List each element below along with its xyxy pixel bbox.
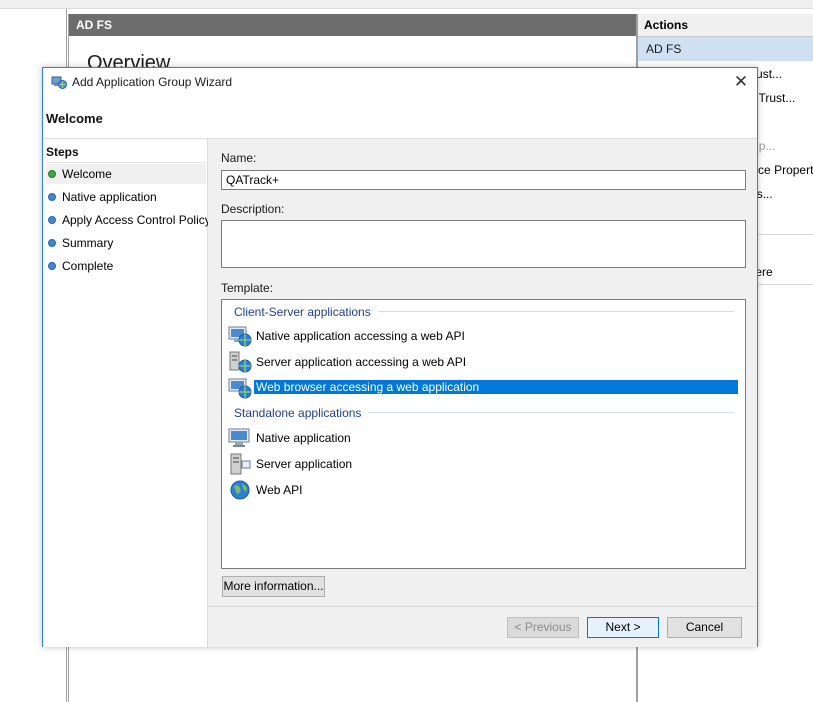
description-field[interactable] (221, 220, 746, 268)
group-header-standalone: Standalone applications (234, 406, 362, 420)
step-label: Apply Access Control Policy (62, 213, 211, 227)
footer-divider (208, 606, 757, 607)
steps-divider (46, 162, 206, 163)
step-item: Apply Access Control Policy (46, 210, 211, 230)
template-label-text: Server application (256, 457, 353, 471)
page-heading: Welcome (46, 111, 103, 126)
step-item: Native application (46, 187, 206, 207)
next-button[interactable]: Next > (587, 617, 659, 638)
step-label: Native application (62, 190, 157, 204)
template-server-app[interactable]: Server application (226, 452, 740, 476)
step-label: Welcome (62, 167, 112, 181)
actions-header: Actions (638, 14, 813, 37)
template-list[interactable]: Client-Server applications Native applic… (221, 299, 746, 569)
browser-globe-icon (228, 378, 252, 399)
template-label: Template: (221, 281, 274, 295)
step-pending-dot-icon (48, 193, 56, 201)
previous-button[interactable]: < Previous (507, 617, 579, 638)
name-label: Name: (221, 151, 257, 165)
template-label-text: Native application (256, 431, 351, 445)
name-field[interactable] (221, 170, 746, 190)
dialog-titlebar[interactable]: Add Application Group Wizard ✕ (43, 68, 757, 96)
step-label: Summary (62, 236, 114, 250)
template-label-text: Native application accessing a web API (256, 329, 465, 343)
template-server-app-web-api[interactable]: Server application accessing a web API (226, 350, 740, 374)
steps-title: Steps (46, 145, 79, 159)
globe-icon (230, 480, 250, 500)
step-pending-dot-icon (48, 239, 56, 247)
step-item: Summary (46, 233, 206, 253)
server-globe-icon (229, 351, 252, 373)
dialog-title: Add Application Group Wizard (72, 75, 233, 89)
step-current-dot-icon (48, 170, 56, 178)
step-item: Complete (46, 256, 206, 276)
template-label-text: Server application accessing a web API (256, 355, 467, 369)
group-divider (378, 311, 734, 312)
wizard-content: Name: Description: Template: Client-Serv… (208, 139, 757, 647)
group-header-client-server: Client-Server applications (234, 305, 371, 319)
cancel-button[interactable]: Cancel (667, 617, 742, 638)
console-toolbar-strip (0, 0, 813, 9)
template-native-app-web-api[interactable]: Native application accessing a web API (226, 324, 740, 348)
step-label: Complete (62, 259, 114, 273)
steps-panel: Steps Welcome Native application Apply Acc… (43, 139, 211, 647)
more-information-button[interactable]: More information... (222, 576, 325, 597)
native-app-icon (228, 428, 250, 447)
template-web-browser-web-app[interactable]: Web browser accessing a web application (226, 376, 740, 400)
template-native-app[interactable]: Native application (226, 426, 740, 450)
template-web-api[interactable]: Web API (226, 478, 740, 502)
close-button[interactable]: ✕ (727, 70, 755, 94)
step-pending-dot-icon (48, 262, 56, 270)
wizard-app-icon (51, 76, 67, 89)
description-label: Description: (221, 202, 285, 216)
template-label-text: Web browser accessing a web application (254, 380, 738, 394)
step-item: Welcome (46, 164, 206, 184)
native-app-globe-icon (228, 326, 252, 347)
step-pending-dot-icon (48, 216, 56, 224)
center-pane-header: AD FS (69, 14, 636, 36)
add-application-group-wizard: Add Application Group Wizard ✕ Welcome S… (42, 67, 758, 647)
group-divider (368, 412, 734, 413)
server-icon (230, 453, 251, 475)
template-label-text: Web API (256, 483, 303, 497)
actions-subheader[interactable]: AD FS (638, 37, 813, 61)
